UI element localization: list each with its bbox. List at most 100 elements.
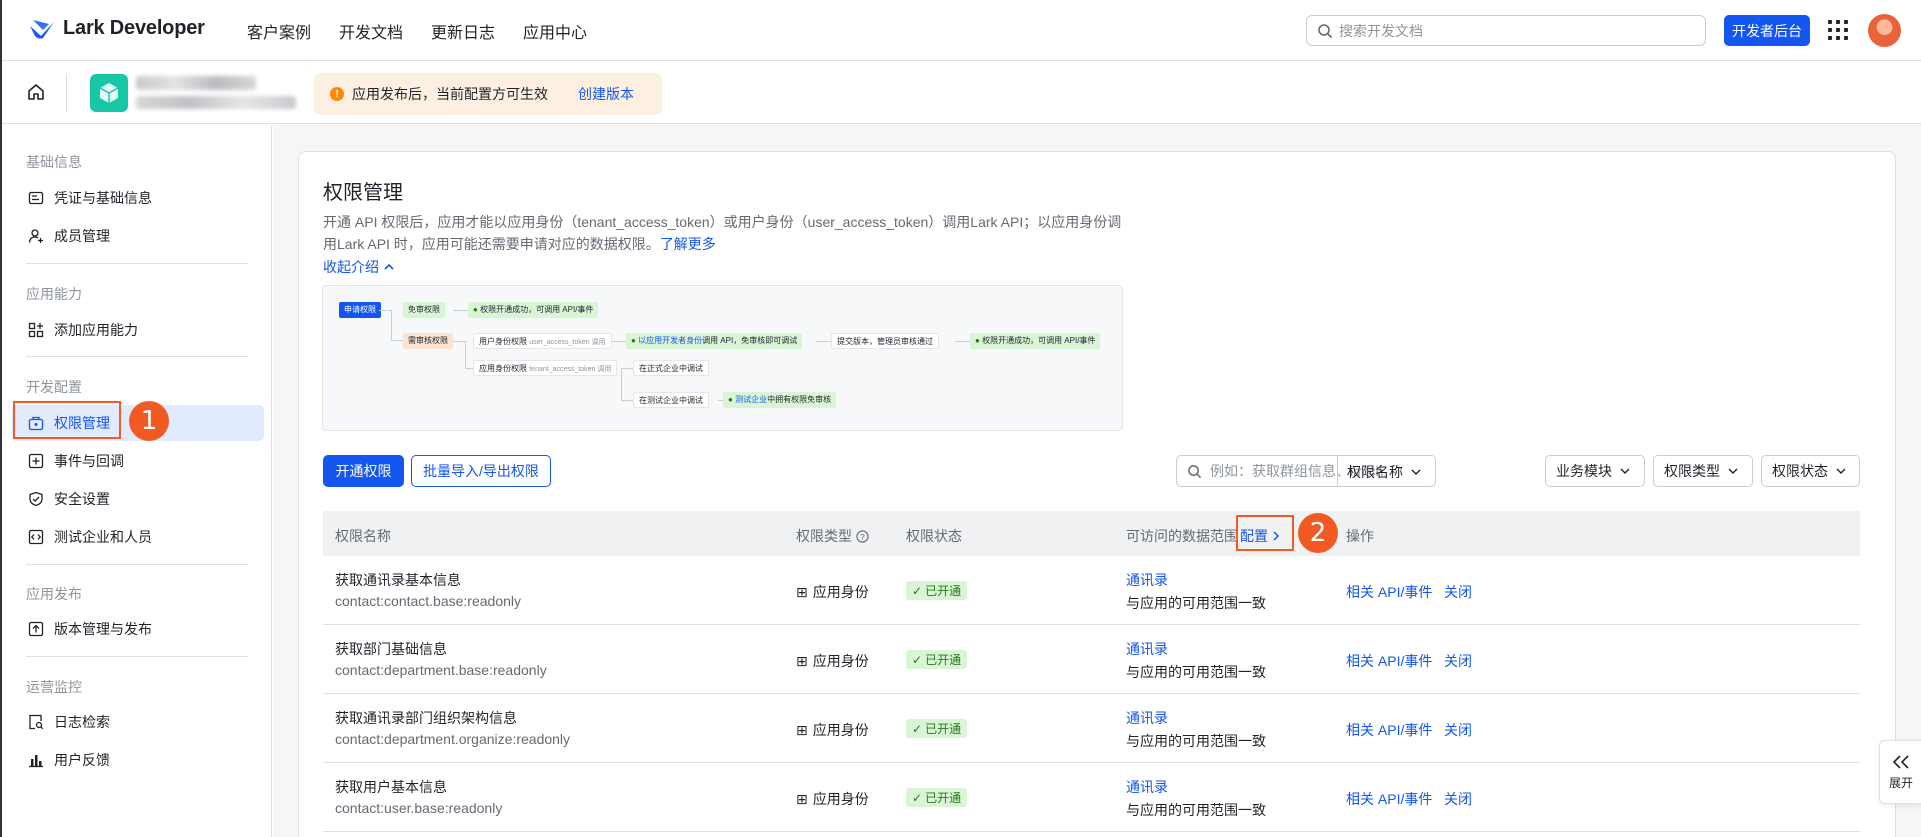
grid-icon: ⊞ bbox=[796, 652, 808, 669]
bar-chart-icon bbox=[29, 755, 43, 768]
flow-connector bbox=[465, 341, 466, 368]
sidebar-item-label: 用户反馈 bbox=[54, 752, 110, 768]
permission-name: 获取通讯录基本信息 bbox=[335, 572, 461, 588]
close-permission-link[interactable]: 关闭 bbox=[1444, 720, 1472, 740]
check-circle-icon: ● bbox=[473, 305, 478, 314]
nav-app-center[interactable]: 应用中心 bbox=[523, 19, 587, 43]
permission-search-box[interactable]: 权限名称 bbox=[1176, 455, 1436, 487]
flow-connector bbox=[391, 310, 392, 340]
flow-need-review-node: 需审核权限 bbox=[403, 333, 453, 349]
filter-permission-type[interactable]: 权限类型 bbox=[1653, 455, 1753, 487]
range-link[interactable]: 通讯录 bbox=[1126, 777, 1168, 797]
sidebar-item-log-search[interactable]: 日志检索 bbox=[12, 704, 264, 740]
search-type-select[interactable]: 权限名称 bbox=[1347, 462, 1421, 482]
learn-more-link[interactable]: 了解更多 bbox=[660, 236, 716, 252]
user-avatar[interactable] bbox=[1868, 14, 1901, 47]
shield-check-icon bbox=[29, 491, 43, 507]
check-circle-icon: ● bbox=[728, 395, 733, 404]
top-navbar: Lark Developer 客户案例 开发文档 更新日志 应用中心 开发者后台 bbox=[2, 0, 1921, 61]
sidebar-item-label: 版本管理与发布 bbox=[54, 621, 152, 637]
svg-text:?: ? bbox=[860, 531, 865, 541]
related-api-link[interactable]: 相关 API/事件 bbox=[1346, 789, 1432, 809]
developer-console-button[interactable]: 开发者后台 bbox=[1724, 15, 1810, 46]
lark-developer-logo[interactable]: Lark Developer bbox=[29, 17, 205, 40]
flow-connector bbox=[611, 341, 626, 342]
sidebar-item-test-enterprise[interactable]: 测试企业和人员 bbox=[12, 519, 264, 555]
related-api-link[interactable]: 相关 API/事件 bbox=[1346, 651, 1432, 671]
expand-panel-button[interactable]: 展开 bbox=[1879, 740, 1921, 804]
search-icon bbox=[1318, 23, 1333, 38]
create-version-link[interactable]: 创建版本 bbox=[578, 84, 634, 104]
flow-final-result: ● 权限开通成功，可调用 API/事件 bbox=[970, 333, 1101, 349]
sidebar-item-label: 安全设置 bbox=[54, 491, 110, 507]
doc-search-input[interactable] bbox=[1339, 22, 1679, 39]
sidebar-item-credentials[interactable]: 凭证与基础信息 bbox=[12, 180, 264, 216]
flow-connector bbox=[621, 400, 633, 401]
sidebar-section-capabilities: 应用能力 bbox=[26, 286, 82, 302]
flow-subtext: user_access_token 调用 bbox=[529, 339, 606, 346]
filter-business-module[interactable]: 业务模块 bbox=[1545, 455, 1645, 487]
flow-test-node: 在测试企业中调试 bbox=[633, 392, 709, 408]
enable-permission-button[interactable]: 开通权限 bbox=[323, 455, 404, 487]
range-link[interactable]: 通讯录 bbox=[1126, 708, 1168, 728]
app-cube-icon bbox=[90, 74, 128, 112]
check-circle-icon: ✓ bbox=[912, 721, 923, 736]
search-icon bbox=[1188, 464, 1202, 478]
publish-notice-banner: ! 应用发布后，当前配置方可生效 创建版本 bbox=[314, 73, 662, 115]
id-card-icon bbox=[28, 191, 44, 205]
table-row: 获取通讯录基本信息 contact:contact.base:readonly … bbox=[323, 556, 1860, 625]
app-grid-icon[interactable] bbox=[1828, 20, 1848, 40]
sidebar-section-publish: 应用发布 bbox=[26, 586, 82, 602]
sidebar-item-label: 凭证与基础信息 bbox=[54, 190, 152, 206]
range-link[interactable]: 通讯录 bbox=[1126, 639, 1168, 659]
flow-connector bbox=[379, 310, 391, 311]
nav-customer-cases[interactable]: 客户案例 bbox=[247, 19, 311, 43]
check-circle-icon: ● bbox=[631, 336, 636, 345]
permission-type-cell: ⊞ 应用身份 bbox=[796, 789, 869, 809]
sidebar-item-security[interactable]: 安全设置 bbox=[12, 481, 264, 517]
sidebar-item-members[interactable]: 成员管理 bbox=[12, 218, 264, 254]
flow-submit-node: 提交版本，管理员审核通过 bbox=[831, 333, 939, 349]
nav-changelog[interactable]: 更新日志 bbox=[431, 19, 495, 43]
col-actions: 操作 bbox=[1346, 528, 1374, 544]
sidebar-item-feedback[interactable]: 用户反馈 bbox=[12, 742, 264, 778]
sidebar-divider bbox=[26, 356, 248, 357]
flow-connector bbox=[465, 368, 473, 369]
related-api-link[interactable]: 相关 API/事件 bbox=[1346, 720, 1432, 740]
sidebar-section-dev-config: 开发配置 bbox=[26, 379, 82, 395]
type-label: 应用身份 bbox=[812, 722, 869, 738]
permission-name: 获取通讯录部门组织架构信息 bbox=[335, 710, 517, 726]
home-icon[interactable] bbox=[26, 82, 46, 102]
flow-formal-node: 在正式企业中调试 bbox=[633, 360, 709, 376]
sidebar-item-label: 日志检索 bbox=[54, 714, 110, 730]
close-permission-link[interactable]: 关闭 bbox=[1444, 789, 1472, 809]
flow-connector bbox=[621, 368, 633, 369]
sidebar-item-label: 测试企业和人员 bbox=[54, 529, 152, 545]
sidebar-section-basic: 基础信息 bbox=[26, 154, 82, 170]
batch-import-export-button[interactable]: 批量导入/导出权限 bbox=[411, 455, 551, 487]
close-permission-link[interactable]: 关闭 bbox=[1444, 651, 1472, 671]
filter-permission-status[interactable]: 权限状态 bbox=[1761, 455, 1860, 487]
flow-text: 中拥有权限免审核 bbox=[767, 395, 832, 404]
doc-search-box[interactable] bbox=[1306, 15, 1706, 46]
sidebar-item-add-capability[interactable]: 添加应用能力 bbox=[12, 312, 264, 348]
notice-text: 应用发布后，当前配置方可生效 bbox=[352, 86, 548, 102]
related-api-link[interactable]: 相关 API/事件 bbox=[1346, 582, 1432, 602]
close-permission-link[interactable]: 关闭 bbox=[1444, 582, 1472, 602]
collapse-intro-toggle[interactable]: 收起介绍 bbox=[323, 257, 395, 277]
table-row: 获取部门基础信息 contact:department.base:readonl… bbox=[323, 625, 1860, 694]
collapse-label: 收起介绍 bbox=[323, 259, 379, 275]
chevron-down-icon bbox=[1728, 468, 1738, 474]
search-type-label: 权限名称 bbox=[1347, 464, 1403, 480]
col-permission-type: 权限类型? bbox=[796, 526, 869, 546]
sidebar-item-events[interactable]: 事件与回调 bbox=[12, 443, 264, 479]
help-circle-icon[interactable]: ? bbox=[856, 529, 869, 543]
range-text: 与应用的可用范围一致 bbox=[1126, 664, 1266, 680]
chevron-down-icon bbox=[1836, 468, 1846, 474]
range-link[interactable]: 通讯录 bbox=[1126, 570, 1168, 590]
status-badge: ✓ 已开通 bbox=[906, 650, 968, 669]
permission-flow-diagram: 申请权限 免审权限 ● 权限开通成功，可调用 API/事件 需审核权限 用户身份… bbox=[322, 285, 1123, 431]
filter-label: 权限状态 bbox=[1772, 463, 1828, 479]
nav-dev-docs[interactable]: 开发文档 bbox=[339, 19, 403, 43]
sidebar-item-versions[interactable]: 版本管理与发布 bbox=[12, 611, 264, 647]
